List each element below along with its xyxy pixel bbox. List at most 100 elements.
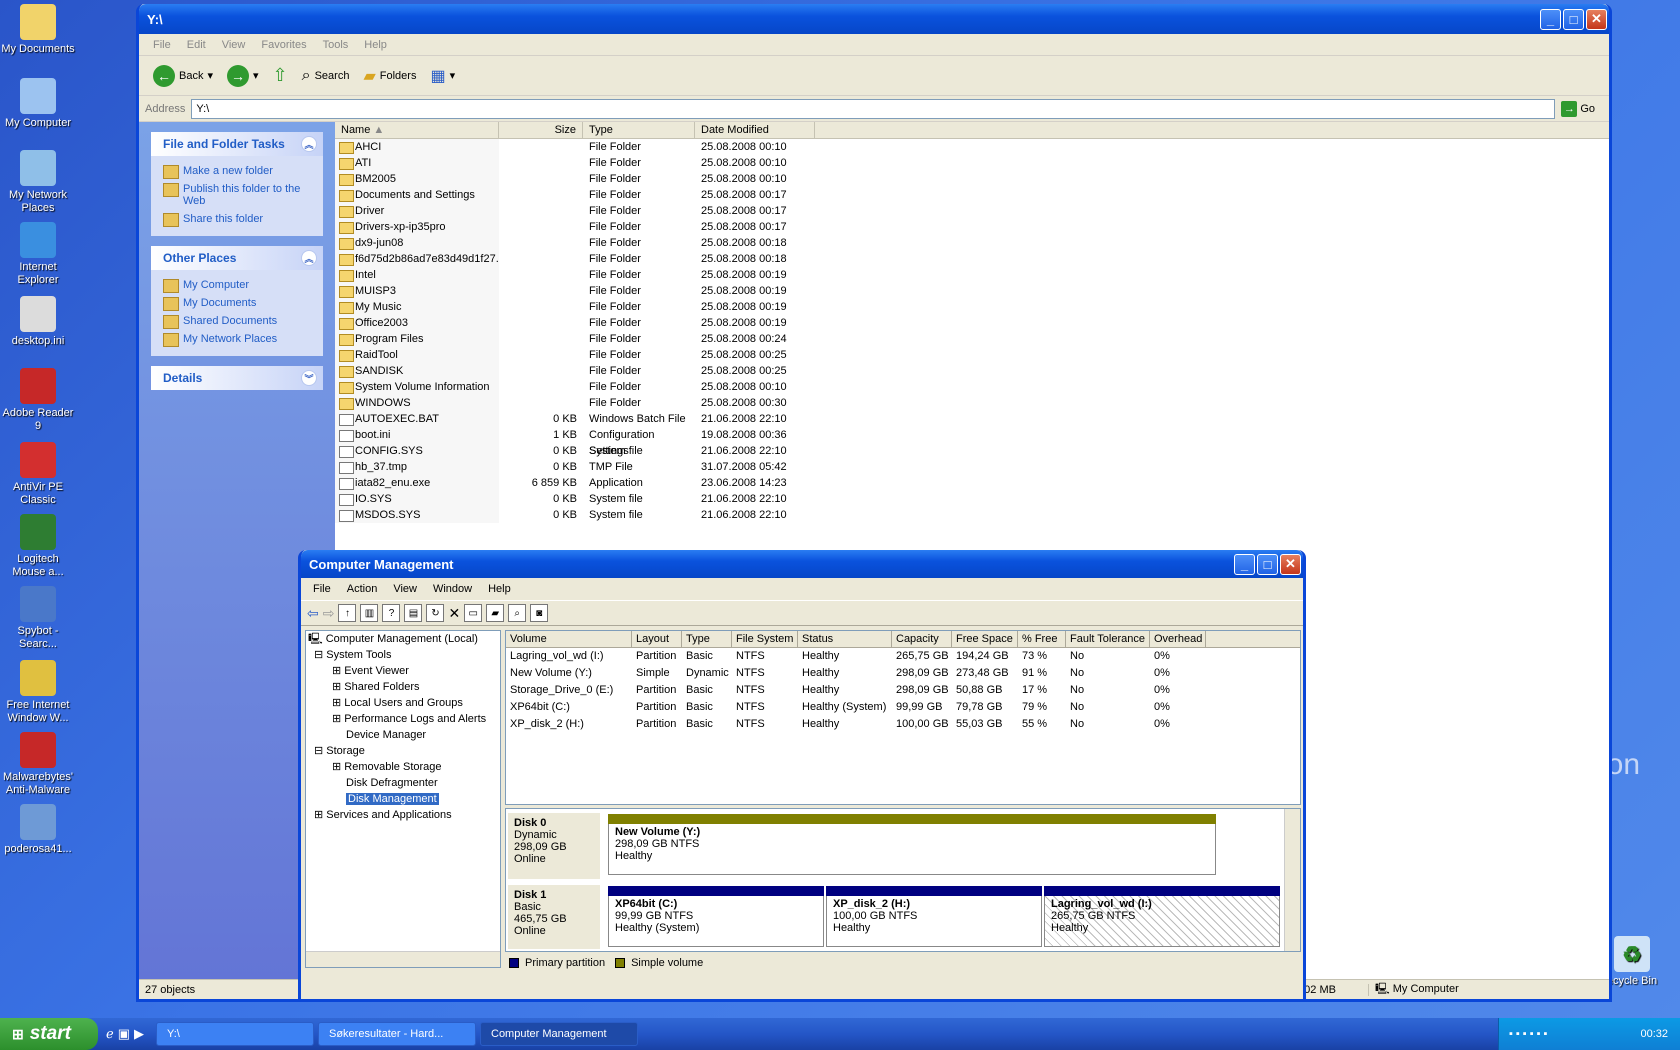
up-level-icon[interactable]: ↑ — [338, 604, 357, 622]
back-arrow-icon[interactable]: ⇦ — [307, 605, 319, 622]
details-header[interactable]: Details ︾ — [151, 366, 323, 390]
desktop-icon-internet-explorer[interactable]: Internet Explorer — [0, 222, 76, 287]
desktop-icon-logitech[interactable]: Logitech Mouse a... — [0, 514, 76, 579]
desktop-icon-my-network-places[interactable]: My Network Places — [0, 150, 76, 215]
volume-row[interactable]: XP_disk_2 (H:) Partition Basic NTFS Healthy 1… — [506, 716, 1300, 733]
other-places-header[interactable]: Other Places ︽ — [151, 246, 323, 270]
tree-item-computer-management[interactable]: 🖳 Computer Management (Local) — [306, 631, 500, 647]
my-computer-link[interactable]: My Computer — [163, 276, 311, 294]
tree-item-disk-defragmenter[interactable]: Disk Defragmenter — [306, 775, 500, 791]
file-row[interactable]: Driver File Folder 25.08.2008 00:17 — [335, 203, 1609, 219]
close-button[interactable]: ✕ — [1586, 8, 1607, 30]
column-date-modified[interactable]: Date Modified — [695, 122, 815, 138]
views-button[interactable]: ▦ ▾ — [426, 64, 459, 88]
column-overhead[interactable]: Overhead — [1150, 631, 1206, 647]
menu-file[interactable]: File — [145, 39, 179, 51]
file-row[interactable]: SANDISK File Folder 25.08.2008 00:25 — [335, 363, 1609, 379]
search-button[interactable]: ⌕ Search — [298, 65, 354, 87]
file-row[interactable]: hb_37.tmp 0 KB TMP File 31.07.2008 05:42 — [335, 459, 1609, 475]
column-type[interactable]: Type — [682, 631, 732, 647]
column-capacity[interactable]: Capacity — [892, 631, 952, 647]
menu-help[interactable]: Help — [356, 39, 395, 51]
tree-item-device-manager[interactable]: Device Manager — [306, 727, 500, 743]
file-row[interactable]: RaidTool File Folder 25.08.2008 00:25 — [335, 347, 1609, 363]
explorer-titlebar[interactable]: Y:\ _ □ ✕ — [139, 4, 1609, 34]
column-size[interactable]: Size — [499, 122, 583, 138]
desktop-icon-spybot[interactable]: Spybot - Searc... — [0, 586, 76, 651]
cm-close-button[interactable]: ✕ — [1280, 553, 1301, 575]
task-explorer[interactable]: Y:\ — [156, 1022, 314, 1046]
disk-icon[interactable]: ◙ — [530, 604, 549, 622]
up-folder-button[interactable]: ⇧ — [269, 63, 292, 88]
disk0-label[interactable]: Disk 0 Dynamic 298,09 GB Online — [508, 813, 600, 879]
column-percent-free[interactable]: % Free — [1018, 631, 1066, 647]
file-row[interactable]: Program Files File Folder 25.08.2008 00:24 — [335, 331, 1609, 347]
internet-explorer-icon[interactable]: ℯ — [106, 1026, 114, 1042]
desktop-icon-free-internet-window[interactable]: Free Internet Window W... — [0, 660, 76, 725]
chevron-down-icon[interactable]: ▾ — [450, 69, 456, 82]
my-documents-link[interactable]: My Documents — [163, 294, 311, 312]
tree-item-event-viewer[interactable]: ⊞ Event Viewer — [306, 663, 500, 679]
file-row[interactable]: My Music File Folder 25.08.2008 00:19 — [335, 299, 1609, 315]
tree-item-system-tools[interactable]: ⊟ System Tools — [306, 647, 500, 663]
file-row[interactable]: AUTOEXEC.BAT 0 KB Windows Batch File 21.06.… — [335, 411, 1609, 427]
file-row[interactable]: Intel File Folder 25.08.2008 00:19 — [335, 267, 1609, 283]
search-icon[interactable]: ⌕ — [508, 604, 527, 622]
collapse-icon[interactable]: ︽ — [301, 250, 317, 266]
desktop-icon-my-computer[interactable]: My Computer — [0, 78, 76, 130]
column-name[interactable]: Name ▲ — [335, 122, 499, 138]
tree-item-local-users[interactable]: ⊞ Local Users and Groups — [306, 695, 500, 711]
disk-view-scrollbar[interactable] — [1284, 809, 1300, 951]
cm-menu-window[interactable]: Window — [425, 583, 480, 595]
address-input[interactable]: Y:\ — [191, 98, 1556, 119]
partition-new-volume-y[interactable]: New Volume (Y:) 298,09 GB NTFS Healthy — [608, 814, 1216, 875]
column-fault-tolerance[interactable]: Fault Tolerance — [1066, 631, 1150, 647]
column-file-system[interactable]: File System — [732, 631, 798, 647]
volume-row[interactable]: Lagring_vol_wd (I:) Partition Basic NTFS Hea… — [506, 648, 1300, 665]
column-type[interactable]: Type — [583, 122, 695, 138]
tree-item-shared-folders[interactable]: ⊞ Shared Folders — [306, 679, 500, 695]
file-row[interactable]: CONFIG.SYS 0 KB System file 21.06.2008 22:1… — [335, 443, 1609, 459]
forward-button[interactable]: → ▾ — [223, 63, 263, 89]
forward-arrow-icon[interactable]: ⇨ — [323, 605, 335, 622]
file-row[interactable]: boot.ini 1 KB Configuration Settings 19.08.… — [335, 427, 1609, 457]
desktop-icon-my-documents[interactable]: My Documents — [0, 4, 76, 56]
maximize-button[interactable]: □ — [1563, 8, 1584, 30]
file-row[interactable]: MSDOS.SYS 0 KB System file 21.06.2008 22:10 — [335, 507, 1609, 523]
collapse-icon[interactable]: ︽ — [301, 136, 317, 152]
delete-icon[interactable]: ✕ — [448, 605, 460, 622]
help-icon[interactable]: ? — [382, 604, 401, 622]
folders-button[interactable]: ▰ Folders — [359, 64, 420, 88]
tree-horizontal-scrollbar[interactable] — [306, 951, 500, 967]
file-row[interactable]: iata82_enu.exe 6 859 KB Application 23.06.2… — [335, 475, 1609, 491]
share-folder-link[interactable]: Share this folder — [163, 210, 311, 228]
partition-lagring-vol-wd-i[interactable]: Lagring_vol_wd (I:) 265,75 GB NTFS Healt… — [1044, 886, 1280, 947]
desktop-icon-desktop-ini[interactable]: desktop.ini — [0, 296, 76, 348]
cm-minimize-button[interactable]: _ — [1234, 553, 1255, 575]
desktop-icon-malwarebytes[interactable]: Malwarebytes' Anti-Malware — [0, 732, 76, 797]
cm-menu-help[interactable]: Help — [480, 583, 519, 595]
column-layout[interactable]: Layout — [632, 631, 682, 647]
cm-titlebar[interactable]: Computer Management _ □ ✕ — [301, 550, 1303, 578]
file-row[interactable]: f6d75d2b86ad7e83d49d1f27... File Folder 25… — [335, 251, 1609, 267]
cm-maximize-button[interactable]: □ — [1257, 553, 1278, 575]
task-computer-management[interactable]: Computer Management — [480, 1022, 638, 1046]
cm-menu-action[interactable]: Action — [339, 583, 386, 595]
tree-item-removable-storage[interactable]: ⊞ Removable Storage — [306, 759, 500, 775]
file-row[interactable]: MUISP3 File Folder 25.08.2008 00:19 — [335, 283, 1609, 299]
file-row[interactable]: ATI File Folder 25.08.2008 00:10 — [335, 155, 1609, 171]
chevron-down-icon[interactable]: ▾ — [253, 69, 259, 82]
start-button[interactable]: ⊞ start — [0, 1018, 98, 1050]
partition-xp64bit-c[interactable]: XP64bit (C:) 99,99 GB NTFS Healthy (Syst… — [608, 886, 824, 947]
menu-edit[interactable]: Edit — [179, 39, 214, 51]
desktop-icon-adobe-reader[interactable]: Adobe Reader 9 — [0, 368, 76, 433]
file-folder-tasks-header[interactable]: File and Folder Tasks ︽ — [151, 132, 323, 156]
column-volume[interactable]: Volume — [506, 631, 632, 647]
chevron-down-icon[interactable]: ▾ — [207, 69, 213, 82]
menu-tools[interactable]: Tools — [315, 39, 357, 51]
menu-favorites[interactable]: Favorites — [253, 39, 314, 51]
menu-view[interactable]: View — [214, 39, 254, 51]
volume-row[interactable]: New Volume (Y:) Simple Dynamic NTFS Healthy 2… — [506, 665, 1300, 682]
file-row[interactable]: Office2003 File Folder 25.08.2008 00:19 — [335, 315, 1609, 331]
column-free-space[interactable]: Free Space — [952, 631, 1018, 647]
